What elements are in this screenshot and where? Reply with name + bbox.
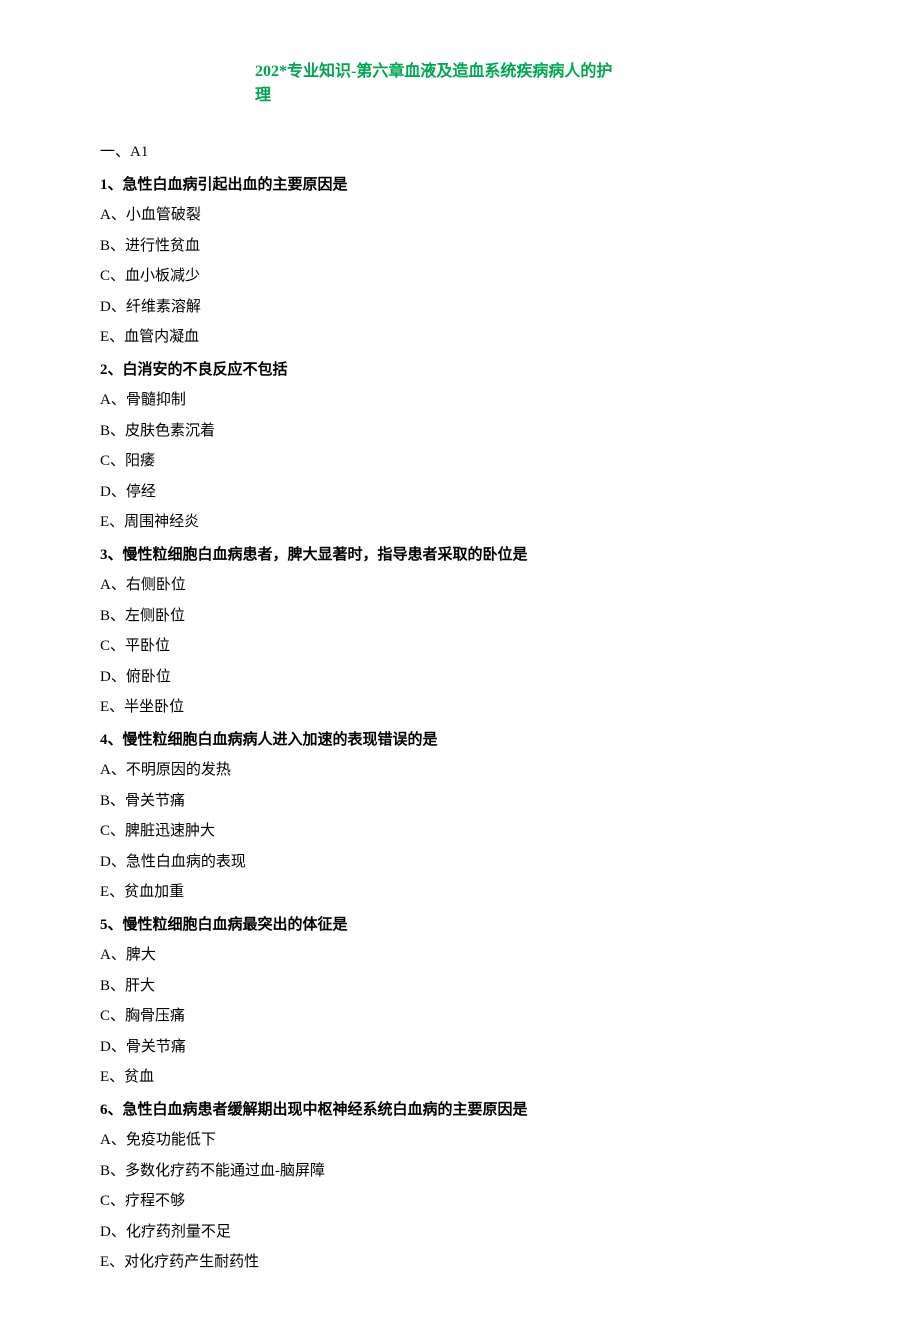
- question-option: E、对化疗药产生耐药性: [100, 1248, 820, 1277]
- question-option: D、俯卧位: [100, 663, 820, 692]
- question-option: A、脾大: [100, 941, 820, 970]
- question-text: 3、慢性粒细胞白血病患者，脾大显著时，指导患者采取的卧位是: [100, 541, 820, 570]
- question-option: A、免疫功能低下: [100, 1126, 820, 1155]
- question-option: C、平卧位: [100, 632, 820, 661]
- question-option: B、皮肤色素沉着: [100, 417, 820, 446]
- question-option: D、停经: [100, 478, 820, 507]
- document-title: 202*专业知识-第六章血液及造血系统疾病病人的护理: [255, 60, 615, 108]
- questions-container: 1、急性白血病引起出血的主要原因是A、小血管破裂B、进行性贫血C、血小板减少D、…: [100, 171, 820, 1277]
- question-text: 6、急性白血病患者缓解期出现中枢神经系统白血病的主要原因是: [100, 1096, 820, 1125]
- question-text: 4、慢性粒细胞白血病病人进入加速的表现错误的是: [100, 726, 820, 755]
- question-option: E、血管内凝血: [100, 323, 820, 352]
- question-option: A、小血管破裂: [100, 201, 820, 230]
- question-option: E、周围神经炎: [100, 508, 820, 537]
- question-option: B、骨关节痛: [100, 787, 820, 816]
- question-option: E、贫血: [100, 1063, 820, 1092]
- question-option: A、不明原因的发热: [100, 756, 820, 785]
- question-text: 1、急性白血病引起出血的主要原因是: [100, 171, 820, 200]
- question-option: B、肝大: [100, 972, 820, 1001]
- question-option: C、疗程不够: [100, 1187, 820, 1216]
- question-option: C、胸骨压痛: [100, 1002, 820, 1031]
- question-text: 2、白消安的不良反应不包括: [100, 356, 820, 385]
- question-option: C、血小板减少: [100, 262, 820, 291]
- section-label: 一、A1: [100, 138, 820, 167]
- question-text: 5、慢性粒细胞白血病最突出的体征是: [100, 911, 820, 940]
- question-option: C、脾脏迅速肿大: [100, 817, 820, 846]
- question-option: A、右侧卧位: [100, 571, 820, 600]
- question-option: E、贫血加重: [100, 878, 820, 907]
- question-option: B、多数化疗药不能通过血-脑屏障: [100, 1157, 820, 1186]
- question-option: E、半坐卧位: [100, 693, 820, 722]
- question-option: A、骨髓抑制: [100, 386, 820, 415]
- question-option: D、纤维素溶解: [100, 293, 820, 322]
- question-option: D、急性白血病的表现: [100, 848, 820, 877]
- question-option: D、化疗药剂量不足: [100, 1218, 820, 1247]
- question-option: C、阳痿: [100, 447, 820, 476]
- question-option: D、骨关节痛: [100, 1033, 820, 1062]
- question-option: B、进行性贫血: [100, 232, 820, 261]
- question-option: B、左侧卧位: [100, 602, 820, 631]
